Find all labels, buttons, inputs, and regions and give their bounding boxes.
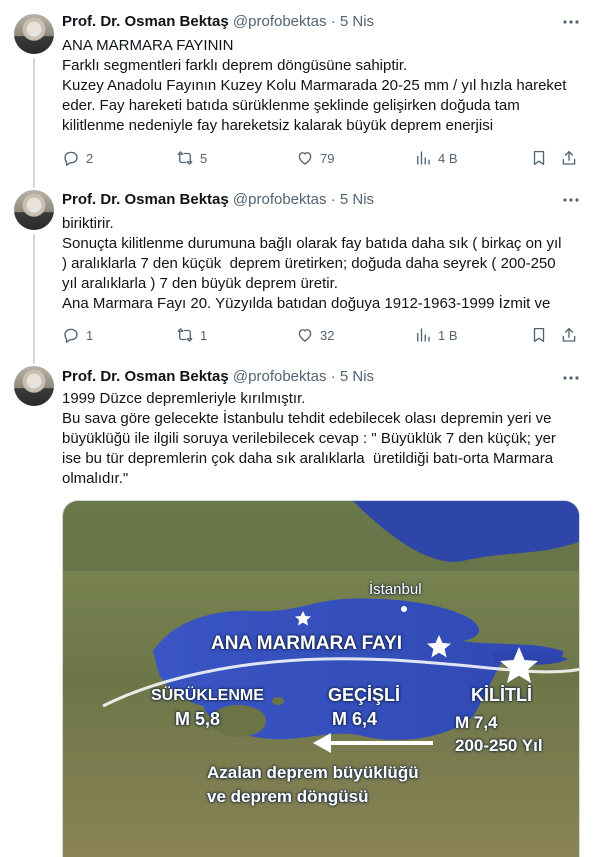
tweet-image-marmara-map[interactable]: İstanbul ANA MARMARA FAYI SÜRÜKLENME M 5… [62, 500, 580, 857]
tweet-line: eder. Fay hareketi batıda sürüklenme şek… [62, 97, 520, 114]
map-label-arrow-line-2: ve deprem döngüsü [207, 787, 369, 806]
reply-button[interactable]: 2 [62, 148, 93, 168]
like-button[interactable]: 79 [296, 148, 334, 168]
like-count: 32 [320, 327, 335, 343]
bookmark-button[interactable] [530, 325, 554, 345]
separator: · [330, 13, 336, 30]
separator: · [330, 368, 336, 385]
reply-count: 2 [86, 150, 94, 166]
retweet-button[interactable]: 5 [176, 148, 207, 168]
tweet-text: biriktirir. Sonuçta kilitlenme durumuna … [62, 214, 582, 314]
author-name[interactable]: Prof. Dr. Osman Bektaş [62, 368, 229, 385]
author-handle[interactable]: @profobektas [233, 191, 327, 208]
like-count: 79 [320, 150, 335, 166]
author-handle[interactable]: @profobektas [233, 368, 327, 385]
map-label-arrow-line-1: Azalan deprem büyüklüğü [207, 763, 419, 782]
thread-connector [33, 58, 35, 182]
more-icon[interactable] [559, 12, 583, 32]
views-count: 4 B [438, 150, 458, 166]
like-icon [298, 329, 312, 342]
tweet-text: 1999 Düzce depremleriyle kırılmıştır. Bu… [62, 389, 582, 489]
views-icon [417, 151, 430, 165]
avatar[interactable] [14, 366, 54, 406]
map-label-city: İstanbul [369, 581, 422, 598]
tweet-line: Kuzey Anadolu Fayının Kuzey Kolu Marmara… [62, 77, 567, 94]
map-label-fault-title: ANA MARMARA FAYI [211, 633, 403, 654]
tweet-line: büyüklüğü ile ilgili soruya verilebilece… [62, 430, 556, 447]
avatar[interactable] [14, 190, 54, 230]
tweet-line: kilitlenme nedeniyle fay hareketsiz kala… [62, 117, 494, 134]
retweet-count: 1 [200, 327, 208, 343]
thread-connector [33, 234, 35, 358]
views-count: 1 B [438, 327, 458, 343]
tweet-date[interactable]: 5 Nis [340, 191, 374, 208]
tweet-header: Prof. Dr. Osman Bektaş @profobektas · 5 … [62, 12, 374, 32]
author-name[interactable]: Prof. Dr. Osman Bektaş [62, 191, 229, 208]
thread-connector [33, 174, 35, 188]
tweet-text: ANA MARMARA FAYININ Farklı segmentleri f… [62, 36, 582, 136]
retweet-button[interactable]: 1 [176, 325, 207, 345]
map-label-mid: GEÇİŞLİ [328, 685, 401, 705]
separator: · [330, 191, 336, 208]
share-button[interactable] [560, 148, 584, 168]
map-label-west-magnitude: M 5,8 [175, 709, 221, 729]
divider [62, 178, 601, 179]
author-handle[interactable]: @profobektas [233, 13, 327, 30]
map-label-west: SÜRÜKLENME [151, 687, 264, 704]
share-button[interactable] [560, 325, 584, 345]
tweet-actions: 2 5 79 4 B [62, 148, 582, 168]
share-icon [562, 150, 576, 165]
tweet-date[interactable]: 5 Nis [340, 13, 374, 30]
tweet-line: ANA MARMARA FAYININ [62, 37, 234, 54]
retweet-icon [177, 151, 193, 165]
more-icon[interactable] [559, 190, 583, 210]
tweet-line: Ana Marmara Fayı 20. Yüzyılda batıdan do… [62, 295, 551, 312]
map-label-mid-magnitude: M 6,4 [332, 709, 378, 729]
bookmark-icon [533, 327, 545, 343]
tweet-header: Prof. Dr. Osman Bektaş @profobektas · 5 … [62, 367, 374, 387]
tweet-line: Farklı segmentleri farklı deprem döngüsü… [62, 57, 408, 74]
share-icon [562, 327, 576, 342]
tweet-1[interactable]: Prof. Dr. Osman Bektaş @profobektas · 5 … [0, 0, 601, 182]
tweet-line: 1999 Düzce depremleriyle kırılmıştır. [62, 390, 306, 407]
reply-icon [64, 328, 78, 343]
tweet-line: biriktirir. [62, 215, 114, 232]
reply-button[interactable]: 1 [62, 325, 93, 345]
tweet-line: ise bu tür depremlerin çok daha sık aral… [62, 450, 554, 467]
tweet-2[interactable]: Prof. Dr. Osman Bektaş @profobektas · 5 … [0, 174, 601, 358]
bookmark-button[interactable] [530, 148, 554, 168]
tweet-header: Prof. Dr. Osman Bektaş @profobektas · 5 … [62, 190, 374, 210]
tweet-line: Sonuçta kilitlenme durumuna bağlı olarak… [62, 235, 562, 252]
like-button[interactable]: 32 [296, 325, 334, 345]
retweet-icon [177, 328, 193, 342]
thread-connector [33, 350, 35, 364]
tweet-line: Bu sava göre gelecekte İstanbulu tehdit … [62, 410, 552, 427]
tweet-line: olmalıdır." [62, 470, 129, 487]
views-button[interactable]: 4 B [414, 148, 458, 168]
tweet-actions: 1 1 32 1 B [62, 325, 582, 345]
map-label-east-cycle: 200-250 Yıl [455, 736, 543, 755]
bookmark-icon [533, 150, 545, 166]
avatar[interactable] [14, 14, 54, 54]
more-icon[interactable] [559, 368, 583, 388]
author-name[interactable]: Prof. Dr. Osman Bektaş [62, 13, 229, 30]
reply-icon [64, 151, 78, 166]
reply-count: 1 [86, 327, 94, 343]
map-label-east-magnitude: M 7,4 [455, 713, 498, 732]
like-icon [298, 152, 312, 165]
views-icon [417, 328, 430, 342]
tweet-date[interactable]: 5 Nis [340, 368, 374, 385]
map-label-east: KİLİTLİ [471, 685, 532, 705]
tweet-line: ) aralıklarla 7 den küçük deprem üretirk… [62, 255, 556, 272]
views-button[interactable]: 1 B [414, 325, 458, 345]
tweet-line: yıl aralıklarla ) 7 den büyük deprem üre… [62, 275, 338, 292]
retweet-count: 5 [200, 150, 208, 166]
